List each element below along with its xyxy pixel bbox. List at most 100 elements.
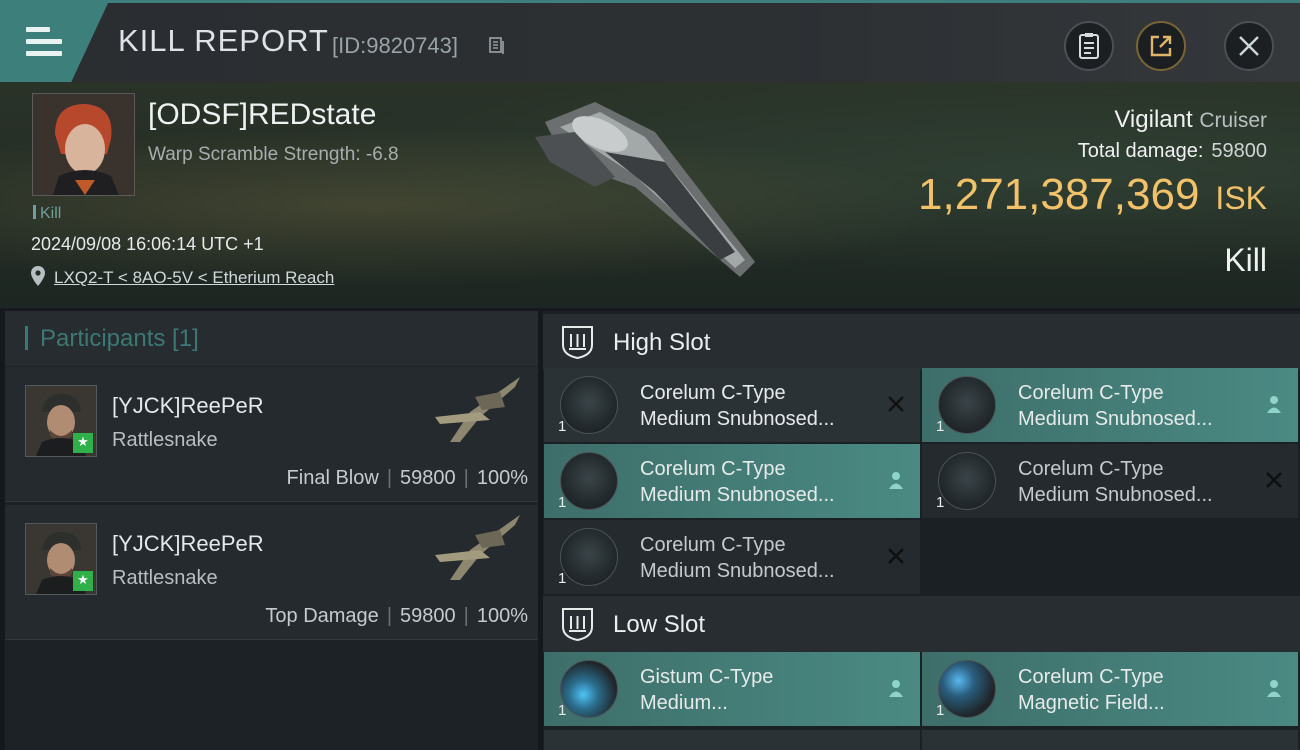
clipboard-button[interactable] <box>1064 21 1114 71</box>
module-name-line2: Medium Snubnosed... <box>640 484 835 506</box>
close-icon <box>1239 36 1259 56</box>
title-bar: KILL REPORT [ID:9820743] <box>0 0 1300 82</box>
copy-icon[interactable] <box>489 37 505 55</box>
module-name-line2: Medium Snubnosed... <box>640 560 835 582</box>
clipboard-icon <box>1079 33 1099 59</box>
close-button[interactable] <box>1224 21 1274 71</box>
star-badge-icon: ★ <box>73 433 93 453</box>
module-name-line2: Medium Snubnosed... <box>1018 484 1213 506</box>
module-quantity: 1 <box>936 418 945 435</box>
module-name: Gistum C-Type Medium... <box>640 664 870 716</box>
report-id: [ID:9820743] <box>332 33 458 58</box>
page-title: KILL REPORT <box>118 23 329 58</box>
turret-module-icon <box>560 528 618 586</box>
attacker-stats: Top Damage | 59800 | 100% <box>265 605 528 627</box>
kill-location-link[interactable]: LXQ2-T < 8AO-5V < Etherium Reach <box>54 268 334 288</box>
module-quantity: 1 <box>558 570 567 587</box>
attacker-row[interactable]: ★ [YJCK]ReePeR Rattlesnake Final Blow | 59… <box>5 367 538 502</box>
module-name: Corelum C-Type Medium Snubnosed... <box>640 456 870 508</box>
module-card[interactable]: 1 Corelum C-Type Medium Snubnosed... <box>544 444 920 518</box>
isk-value: 1,271,387,369 ISK <box>918 170 1267 220</box>
module-name: Corelum C-Type Medium Snubnosed... <box>1018 456 1248 508</box>
total-damage-label: Total damage: <box>1077 140 1204 162</box>
module-card[interactable]: 1 Corelum C-Type Medium Snubnosed... <box>922 444 1298 518</box>
module-card[interactable]: 1 Corelum C-Type Medium Snubnosed... <box>544 520 920 594</box>
attacker-percent: 100% <box>476 467 528 489</box>
attacker-percent: 100% <box>476 605 528 627</box>
victim-name[interactable]: [ODSF]REDstate <box>148 98 376 132</box>
destroyed-x-icon <box>888 548 904 564</box>
victim-ship-image <box>535 102 755 277</box>
menu-button[interactable] <box>0 3 108 82</box>
module-name: Corelum C-Type Medium Snubnosed... <box>640 380 870 432</box>
share-button[interactable] <box>1136 21 1186 71</box>
magnetic-field-module-icon <box>938 660 996 718</box>
attacker-ship-image <box>435 515 520 580</box>
attacker-ship: Rattlesnake <box>112 567 218 589</box>
total-damage-value: 59800 <box>1211 140 1267 162</box>
star-badge-icon: ★ <box>73 571 93 591</box>
kill-datetime: 2024/09/08 16:06:14 UTC +1 <box>31 234 264 254</box>
module-name-line2: Medium Snubnosed... <box>640 408 835 430</box>
module-name: Corelum C-Type Medium Snubnosed... <box>1018 380 1248 432</box>
module-quantity: 1 <box>558 418 567 435</box>
module-card[interactable]: 1 Gistum C-Type Medium... <box>544 652 920 726</box>
turret-module-icon <box>560 452 618 510</box>
dropped-person-icon <box>1267 396 1281 413</box>
module-quantity: 1 <box>936 702 945 719</box>
module-card[interactable]: 1 Corelum C-Type Magnetic Field... <box>922 652 1298 726</box>
armor-module-icon <box>560 660 618 718</box>
module-name-line1: Corelum C-Type <box>1018 458 1164 480</box>
fitting-panel: High Slot 1 Corelum C-Type Medium Snubnos… <box>543 311 1300 750</box>
module-name: Corelum C-Type Medium Snubnosed... <box>640 532 870 584</box>
participants-title: Participants [1] <box>25 325 199 353</box>
participants-panel: Participants [1] ★ [YJCK]ReePeR Rattlesn… <box>5 311 538 750</box>
module-name-line1: Corelum C-Type <box>1018 382 1164 404</box>
kill-header: [ODSF]REDstate Warp Scramble Strength: -… <box>0 82 1300 308</box>
attacker-name: [YJCK]ReePeR <box>112 531 264 556</box>
attacker-name: [YJCK]ReePeR <box>112 393 264 418</box>
location-pin-icon <box>31 266 45 286</box>
turret-module-icon <box>938 376 996 434</box>
low-slot-label: Low Slot <box>613 611 706 638</box>
destroyed-x-icon <box>1266 472 1282 488</box>
low-slot-icon <box>562 608 593 642</box>
ship-name: Vigilant <box>1114 106 1193 133</box>
attacker-ship: Rattlesnake <box>112 429 218 451</box>
module-quantity: 1 <box>558 702 567 719</box>
module-quantity: 1 <box>936 494 945 511</box>
hamburger-icon <box>26 27 62 63</box>
attacker-row[interactable]: ★ [YJCK]ReePeR Rattlesnake Top Damage | 59… <box>5 505 538 640</box>
module-name-line1: Corelum C-Type <box>640 458 786 480</box>
attacker-role: Final Blow <box>286 467 379 489</box>
module-card[interactable]: 1 Corelum C-Type Medium Snubnosed... <box>544 368 920 442</box>
module-name-line2: Magnetic Field... <box>1018 692 1165 714</box>
module-name-line1: Corelum C-Type <box>640 534 786 556</box>
module-name-line2: Medium Snubnosed... <box>1018 408 1213 430</box>
high-slot-icon <box>562 326 593 360</box>
module-quantity: 1 <box>558 494 567 511</box>
low-slot-header: Low Slot <box>543 596 1300 652</box>
warp-scramble-strength: Warp Scramble Strength: -6.8 <box>148 144 399 165</box>
turret-module-icon <box>938 452 996 510</box>
module-name-line1: Corelum C-Type <box>640 382 786 404</box>
module-card-partial[interactable] <box>544 730 920 750</box>
module-name-line1: Gistum C-Type <box>640 666 774 688</box>
isk-amount: 1,271,387,369 <box>918 170 1200 219</box>
isk-currency: ISK <box>1215 180 1267 216</box>
module-card[interactable]: 1 Corelum C-Type Medium Snubnosed... <box>922 368 1298 442</box>
attacker-damage: 59800 <box>400 605 456 627</box>
destroyed-x-icon <box>888 396 904 412</box>
kill-tag: Kill <box>33 205 61 223</box>
attacker-role: Top Damage <box>265 605 379 627</box>
dropped-person-icon <box>889 472 903 489</box>
turret-module-icon <box>560 376 618 434</box>
victim-portrait[interactable] <box>32 93 135 196</box>
victim-ship[interactable]: Vigilant Cruiser <box>1114 106 1267 134</box>
module-name-line2: Medium... <box>640 692 728 714</box>
share-icon <box>1150 35 1172 57</box>
module-name-line1: Corelum C-Type <box>1018 666 1164 688</box>
module-card-partial[interactable] <box>922 730 1298 750</box>
result-label: Kill <box>1224 242 1267 278</box>
dropped-person-icon <box>1267 680 1281 697</box>
